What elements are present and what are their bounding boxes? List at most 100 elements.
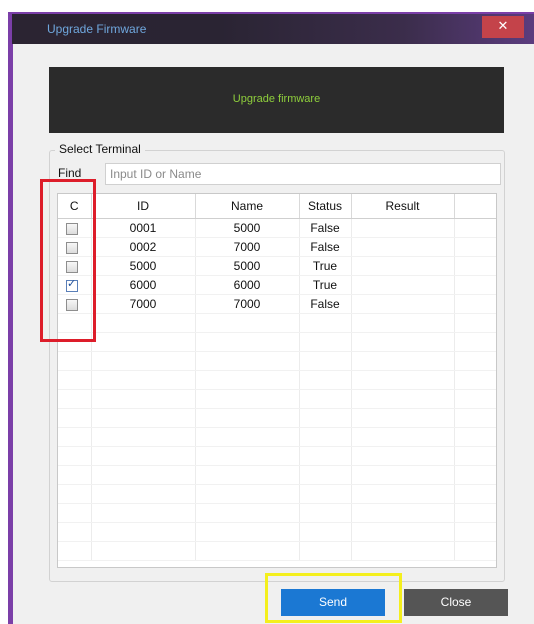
column-header-c[interactable]: C bbox=[58, 194, 92, 219]
table-row[interactable]: 0001 5000 False bbox=[58, 218, 496, 238]
result-cell bbox=[351, 294, 455, 314]
empty-cell bbox=[454, 351, 496, 371]
name-cell: 5000 bbox=[195, 256, 300, 276]
status-cell: True bbox=[299, 256, 352, 276]
empty-row bbox=[58, 370, 496, 390]
empty-cell bbox=[91, 351, 196, 371]
empty-cell bbox=[58, 446, 92, 466]
empty-row bbox=[58, 503, 496, 523]
status-cell: True bbox=[299, 275, 352, 295]
empty-cell bbox=[299, 370, 352, 390]
empty-cell bbox=[299, 446, 352, 466]
window-title: Upgrade Firmware bbox=[47, 22, 147, 36]
empty-cell bbox=[351, 313, 455, 333]
empty-row bbox=[58, 351, 496, 371]
name-cell: 6000 bbox=[195, 275, 300, 295]
empty-cell bbox=[351, 522, 455, 542]
banner-text: Upgrade firmware bbox=[232, 93, 321, 105]
empty-cell bbox=[195, 370, 300, 390]
close-icon: ✕ bbox=[497, 19, 509, 34]
find-input[interactable] bbox=[105, 163, 501, 185]
empty-cell bbox=[91, 484, 196, 504]
empty-cell bbox=[58, 427, 92, 447]
empty-cell bbox=[195, 332, 300, 352]
empty-cell bbox=[454, 389, 496, 409]
column-header-name[interactable]: Name bbox=[195, 194, 300, 219]
empty-cell bbox=[299, 541, 352, 561]
empty-cell bbox=[58, 465, 92, 485]
empty-cell bbox=[58, 522, 92, 542]
empty-cell bbox=[91, 389, 196, 409]
empty-cell bbox=[91, 370, 196, 390]
checkbox-cell bbox=[58, 275, 92, 295]
title-bar[interactable]: Upgrade Firmware ✕ bbox=[12, 14, 534, 44]
table-row[interactable]: 7000 7000 False bbox=[58, 294, 496, 314]
id-cell: 7000 bbox=[91, 294, 196, 314]
empty-cell bbox=[351, 465, 455, 485]
empty-cell bbox=[351, 446, 455, 466]
empty-cell bbox=[195, 522, 300, 542]
row-checkbox[interactable] bbox=[66, 298, 78, 311]
empty-cell bbox=[299, 522, 352, 542]
empty-cell bbox=[299, 484, 352, 504]
column-header-filler bbox=[454, 194, 496, 219]
dialog-body: Upgrade firmware Select Terminal Find C … bbox=[13, 44, 534, 624]
empty-cell bbox=[454, 541, 496, 561]
empty-cell bbox=[351, 503, 455, 523]
empty-cell bbox=[351, 389, 455, 409]
row-checkbox[interactable] bbox=[66, 260, 78, 273]
close-button[interactable]: Close bbox=[404, 589, 508, 616]
empty-cell bbox=[91, 332, 196, 352]
empty-cell bbox=[195, 465, 300, 485]
row-checkbox[interactable] bbox=[66, 277, 78, 292]
empty-cell bbox=[454, 446, 496, 466]
empty-cell bbox=[299, 503, 352, 523]
find-label: Find bbox=[58, 166, 82, 180]
empty-cell bbox=[91, 313, 196, 333]
empty-cell bbox=[195, 408, 300, 428]
name-cell: 7000 bbox=[195, 237, 300, 257]
id-cell: 0001 bbox=[91, 218, 196, 238]
table-row[interactable]: 5000 5000 True bbox=[58, 256, 496, 276]
empty-cell bbox=[454, 503, 496, 523]
empty-cell bbox=[58, 389, 92, 409]
close-window-button[interactable]: ✕ bbox=[482, 16, 524, 38]
empty-cell bbox=[91, 446, 196, 466]
id-cell: 5000 bbox=[91, 256, 196, 276]
empty-cell bbox=[454, 522, 496, 542]
checkbox-cell bbox=[58, 237, 92, 257]
banner: Upgrade firmware bbox=[49, 67, 504, 133]
filler-cell bbox=[454, 256, 496, 276]
status-cell: False bbox=[299, 294, 352, 314]
send-button[interactable]: Send bbox=[281, 589, 385, 616]
empty-cell bbox=[454, 427, 496, 447]
empty-cell bbox=[454, 332, 496, 352]
id-cell: 0002 bbox=[91, 237, 196, 257]
empty-cell bbox=[195, 313, 300, 333]
empty-cell bbox=[58, 484, 92, 504]
empty-cell bbox=[91, 465, 196, 485]
column-header-result[interactable]: Result bbox=[351, 194, 455, 219]
id-cell: 6000 bbox=[91, 275, 196, 295]
result-cell bbox=[351, 275, 455, 295]
filler-cell bbox=[454, 275, 496, 295]
table-row[interactable]: 0002 7000 False bbox=[58, 237, 496, 257]
column-header-status[interactable]: Status bbox=[299, 194, 352, 219]
row-checkbox[interactable] bbox=[66, 222, 78, 235]
empty-row bbox=[58, 446, 496, 466]
table-row[interactable]: 60006000True bbox=[58, 275, 496, 295]
empty-cell bbox=[351, 370, 455, 390]
empty-cell bbox=[195, 351, 300, 371]
column-header-id[interactable]: ID bbox=[91, 194, 196, 219]
empty-cell bbox=[351, 484, 455, 504]
empty-cell bbox=[58, 332, 92, 352]
empty-cell bbox=[299, 465, 352, 485]
empty-cell bbox=[195, 541, 300, 561]
empty-cell bbox=[91, 541, 196, 561]
empty-cell bbox=[299, 408, 352, 428]
table-header-row: C ID Name Status Result bbox=[58, 194, 496, 219]
empty-cell bbox=[91, 503, 196, 523]
row-checkbox[interactable] bbox=[66, 241, 78, 254]
filler-cell bbox=[454, 237, 496, 257]
empty-cell bbox=[454, 313, 496, 333]
